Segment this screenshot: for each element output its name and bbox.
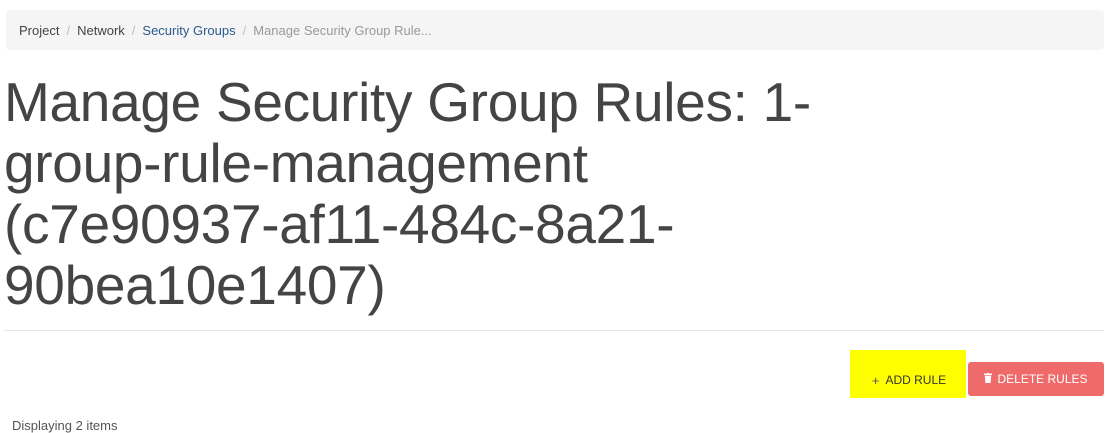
breadcrumb-separator: / <box>131 22 136 38</box>
page-title: Manage Security Group Rules: 1- group-ru… <box>4 72 904 316</box>
delete-rules-label: DELETE RULES <box>997 372 1088 386</box>
breadcrumb-network: Network <box>77 22 125 38</box>
page-title-line: 90bea10e1407) <box>4 254 386 316</box>
breadcrumb-security-groups-link[interactable]: Security Groups <box>142 23 235 38</box>
breadcrumb: Project / Network / Security Groups / Ma… <box>6 10 1104 50</box>
breadcrumb-separator: / <box>66 22 71 38</box>
breadcrumb-project: Project <box>19 22 60 38</box>
add-rule-label: ADD RULE <box>885 373 947 387</box>
item-count-text: Displaying 2 items <box>12 418 118 433</box>
page-title-line: (c7e90937-af11-484c-8a21- <box>4 193 675 255</box>
page-title-line: Manage Security Group Rules: 1- <box>4 71 811 133</box>
trash-icon <box>984 373 993 383</box>
page-title-line: group-rule-management <box>4 132 588 194</box>
delete-rules-button[interactable]: DELETE RULES <box>968 362 1104 396</box>
title-divider <box>4 330 1104 331</box>
breadcrumb-current-page: Manage Security Group Rule... <box>253 22 432 38</box>
plus-icon: + <box>871 372 880 388</box>
add-rule-button[interactable]: + ADD RULE <box>856 363 962 397</box>
breadcrumb-separator: / <box>242 22 247 38</box>
